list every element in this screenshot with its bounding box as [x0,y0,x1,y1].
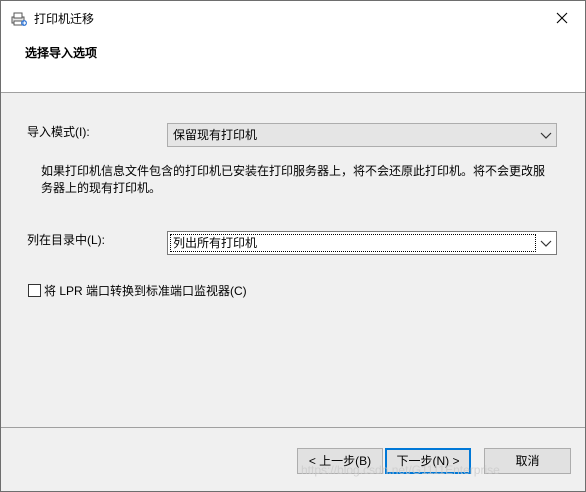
cancel-button[interactable]: 取消 [484,448,571,474]
chevron-down-icon [540,132,552,139]
list-in-directory-select[interactable]: 列出所有打印机 [167,231,557,255]
printer-migration-icon [11,12,27,26]
footer-divider [1,427,585,428]
lpr-port-checkbox[interactable] [28,284,41,297]
back-button[interactable]: < 上一步(B) [297,448,383,474]
printer-migration-dialog: 打印机迁移 选择导入选项 导入模式(I): 保留现有打印机 如果打印机信息文件包… [0,0,586,492]
chevron-down-icon [540,240,552,247]
title-bar: 打印机迁移 [1,1,585,35]
page-title: 选择导入选项 [25,46,98,60]
import-mode-select[interactable]: 保留现有打印机 [167,123,557,147]
window-title: 打印机迁移 [34,12,95,26]
header-panel: 选择导入选项 [1,35,585,93]
list-in-directory-label: 列在目录中(L): [27,233,106,247]
import-mode-description: 如果打印机信息文件包含的打印机已安装在打印服务器上，将不会还原此打印机。将不会更… [41,164,546,195]
import-mode-value: 保留现有打印机 [173,128,258,142]
list-in-directory-value: 列出所有打印机 [170,234,536,252]
next-button[interactable]: 下一步(N) > [385,448,471,474]
import-mode-label: 导入模式(I): [27,125,90,139]
lpr-port-checkbox-label[interactable]: 将 LPR 端口转换到标准端口监视器(C) [44,283,247,299]
close-icon [556,12,568,24]
close-button[interactable] [539,1,585,35]
